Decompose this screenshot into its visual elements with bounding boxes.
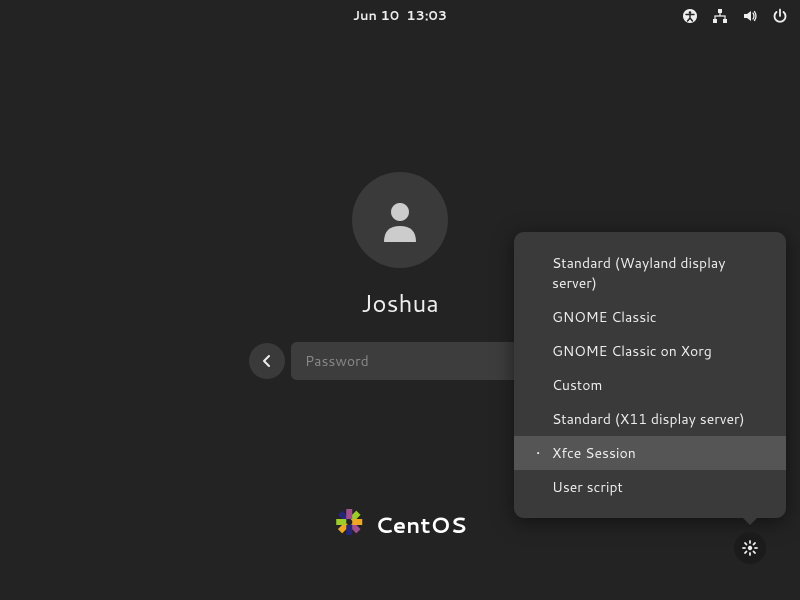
session-item[interactable]: Xfce Session (514, 436, 786, 470)
distro-branding: CentOS (333, 506, 467, 544)
username-label: Joshua (361, 286, 439, 320)
password-input[interactable] (291, 342, 551, 380)
datetime: Jun 10 13:03 (353, 7, 447, 25)
volume-icon[interactable] (742, 8, 758, 24)
avatar (352, 172, 448, 268)
topbar-icons (682, 0, 788, 32)
power-icon[interactable] (772, 8, 788, 24)
session-item[interactable]: User script (514, 470, 786, 504)
distro-name: CentOS (375, 510, 467, 541)
network-icon[interactable] (712, 8, 728, 24)
session-menu: Standard (Wayland display server)GNOME C… (514, 232, 786, 518)
time-label: 13:03 (406, 7, 447, 25)
accessibility-icon[interactable] (682, 8, 698, 24)
session-settings-button[interactable] (734, 532, 766, 564)
top-bar: Jun 10 13:03 (0, 0, 800, 32)
session-item[interactable]: Standard (X11 display server) (514, 402, 786, 436)
back-button[interactable] (249, 343, 285, 379)
login-panel: Joshua (249, 172, 551, 380)
date-label: Jun 10 (353, 7, 399, 25)
session-item[interactable]: Standard (Wayland display server) (514, 246, 786, 300)
session-item[interactable]: GNOME Classic on Xorg (514, 334, 786, 368)
distro-logo-icon (333, 506, 365, 544)
session-item[interactable]: GNOME Classic (514, 300, 786, 334)
password-field-wrapper (291, 342, 551, 380)
password-row (249, 342, 551, 380)
session-item[interactable]: Custom (514, 368, 786, 402)
